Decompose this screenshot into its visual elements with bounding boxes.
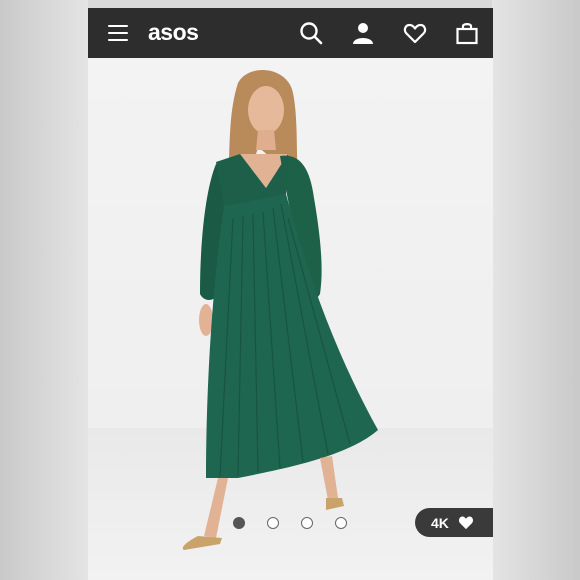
carousel-dot-3[interactable] <box>301 517 313 529</box>
heart-filled-icon <box>458 516 473 530</box>
product-image[interactable] <box>88 58 493 580</box>
carousel-dot-2[interactable] <box>267 517 279 529</box>
left-margin <box>0 0 88 580</box>
right-margin <box>492 0 580 580</box>
account-icon[interactable] <box>351 21 375 45</box>
likes-badge[interactable]: 4K <box>415 508 493 537</box>
brand-logo[interactable]: asos <box>148 19 199 46</box>
carousel-dot-1[interactable] <box>233 517 245 529</box>
model-in-green-dress <box>182 70 378 550</box>
likes-count: 4K <box>431 514 449 531</box>
app-screen: asos <box>88 8 493 580</box>
top-navigation-bar: asos <box>88 8 493 58</box>
menu-icon[interactable] <box>108 25 128 41</box>
heart-icon[interactable] <box>403 21 427 45</box>
search-icon[interactable] <box>299 21 323 45</box>
bag-icon[interactable] <box>455 21 479 45</box>
carousel-dot-4[interactable] <box>335 517 347 529</box>
carousel-indicator <box>233 517 347 529</box>
